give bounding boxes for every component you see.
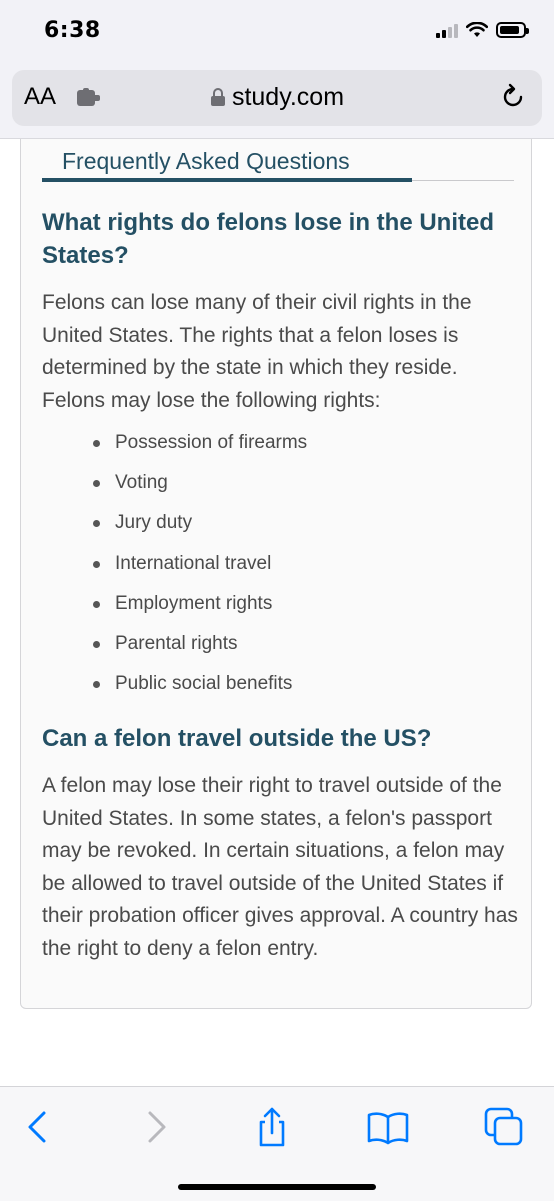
question-title-travel: Can a felon travel outside the US? <box>42 725 432 752</box>
cellular-signal-icon <box>436 22 458 38</box>
page-content: Frequently Asked Questions What rights d… <box>0 139 554 1076</box>
forward-icon[interactable] <box>134 1105 178 1149</box>
home-indicator <box>178 1184 376 1190</box>
domain-text: study.com <box>231 83 345 111</box>
faq-heading-tab: Frequently Asked Questions <box>42 139 514 192</box>
list-item: Possession of firearms <box>93 430 307 470</box>
share-icon[interactable] <box>250 1105 294 1149</box>
bookmarks-icon[interactable] <box>366 1105 410 1149</box>
faq-card: Frequently Asked Questions What rights d… <box>20 139 532 1009</box>
faq-heading-underline <box>42 178 412 182</box>
list-item: Public social benefits <box>93 671 307 711</box>
browser-address-area: AA study.com <box>0 66 554 139</box>
list-item: Jury duty <box>93 510 307 550</box>
address-bar[interactable]: AA study.com <box>12 70 542 126</box>
list-item: Employment rights <box>93 591 307 631</box>
list-item: International travel <box>93 551 307 591</box>
lock-icon <box>210 88 225 106</box>
status-bar: 6:38 <box>0 0 554 66</box>
answer-travel: A felon may lose their right to travel o… <box>42 774 518 960</box>
list-item: Parental rights <box>93 631 307 671</box>
status-time: 6:38 <box>44 18 101 43</box>
divider <box>412 180 514 181</box>
list-item: Voting <box>93 470 307 510</box>
rights-list: Possession of firearms Voting Jury duty … <box>93 430 307 711</box>
faq-heading: Frequently Asked Questions <box>62 148 350 174</box>
status-icons <box>436 22 529 38</box>
question-title-rights: What rights do felons lose in the United… <box>42 209 495 269</box>
battery-icon <box>496 22 529 38</box>
answer-rights-intro: Felons can lose many of their civil righ… <box>42 291 472 412</box>
wifi-icon <box>466 22 488 37</box>
url-display[interactable]: study.com <box>12 83 542 112</box>
back-icon[interactable] <box>16 1105 60 1149</box>
reload-icon[interactable] <box>498 82 528 112</box>
tabs-icon[interactable] <box>482 1105 526 1149</box>
